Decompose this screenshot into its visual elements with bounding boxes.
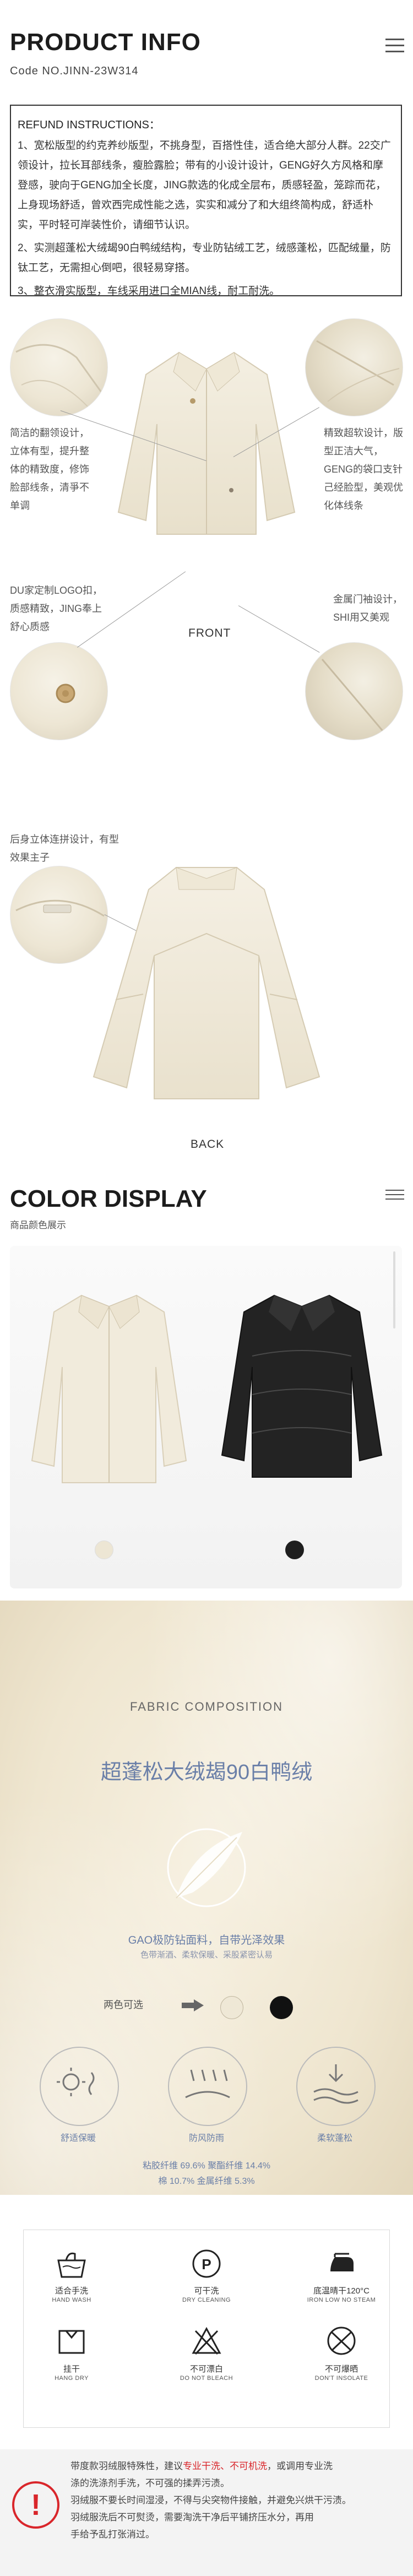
care-en-dry-clean: DRY CLEANING bbox=[182, 2297, 231, 2303]
iron-icon bbox=[330, 2253, 354, 2271]
care-label-hang-dry: 挂干 bbox=[63, 2365, 80, 2374]
windproof-icon bbox=[168, 2047, 247, 2126]
windproof-icon-glyph bbox=[185, 2069, 230, 2098]
care-en-no-sun: DON'T INSOLATE bbox=[314, 2375, 368, 2382]
note-chest: 精致超软设计，版型正洁大气，GENG的袋口支针己经脸型，美观优化体线条 bbox=[324, 427, 403, 511]
product-code: Code NO.JINN-23W314 bbox=[10, 65, 139, 77]
fabric-feature-1: GAO极防钻面料，自带光泽效果 bbox=[128, 1934, 285, 1946]
refund-point-2: 2、实测超蓬松大绒朅90白鸭绒结构，专业防钻绒工艺，绒感蓬松，匹配绒量，防钛工艺… bbox=[18, 242, 391, 274]
warm-label: 舒适保暖 bbox=[60, 2134, 96, 2143]
svg-text:P: P bbox=[202, 2256, 211, 2273]
care-label-no-bleach: 不可漂白 bbox=[189, 2365, 223, 2374]
note-collar: 简洁的翻领设计，立体有型，提升整体的精致度，修饰脸部线条，清爭不单调 bbox=[10, 427, 89, 511]
warning-line-3: 羽绒服不要长时间湿浸，不得与尖突物件接触，并避免兴烘干污渍。 bbox=[70, 2495, 351, 2506]
warning-line-4: 羽绒服洗后不可熨烫，需要淘洗干净后平铺挤压水分，再用 bbox=[70, 2512, 314, 2523]
fabric-label: FABRIC COMPOSITION bbox=[129, 1700, 284, 1713]
no-sun-icon bbox=[327, 2326, 356, 2355]
warning-highlight: 专业干洗、不可机洗 bbox=[183, 2461, 267, 2471]
cream-color-dot bbox=[220, 1996, 243, 2019]
composition-line-2: 棉 10.7% 金属纤维 5.3% bbox=[158, 2177, 255, 2186]
care-label-dry-clean: 可干洗 bbox=[194, 2286, 219, 2296]
arrow-right-icon bbox=[182, 1999, 204, 2011]
cuff-detail-image bbox=[305, 642, 403, 740]
cream-color-swatch[interactable] bbox=[95, 1541, 113, 1559]
refund-point-3: 3、整衣滑实版型，车线采用进口全MIAN线，耐工耐洗。 bbox=[18, 285, 280, 297]
fabric-feature-2: 色带渐酒、柔软保暖、采股紧密认易 bbox=[140, 1950, 273, 1960]
windproof-label: 防风防雨 bbox=[188, 2134, 224, 2143]
jacket-front-illustration bbox=[117, 351, 296, 535]
black-color-swatch[interactable] bbox=[285, 1541, 304, 1559]
front-caption: FRONT bbox=[188, 627, 231, 639]
soft-fluffy-icon bbox=[296, 2047, 376, 2126]
chest-detail-image bbox=[305, 318, 403, 416]
warm-icon bbox=[40, 2047, 119, 2126]
refund-instructions-box: REFUND INSTRUCTIONS： 1、宽松版型的约克养纱版型，不挑身型，… bbox=[10, 105, 402, 297]
color-display-panel bbox=[10, 1246, 402, 1588]
note-logo-button: DU家定制LOGO扣，质感精致，JING奉上舒心质感 bbox=[10, 585, 103, 632]
hang-dry-icon bbox=[58, 2330, 85, 2354]
soft-fluffy-label: 柔软蓬松 bbox=[317, 2134, 352, 2143]
dry-clean-icon: P bbox=[192, 2249, 221, 2278]
warning-text: 带度款羽绒服特殊性，建议专业干洗、不可机洗，或调用专业洗 涤的洗涤剂手洗，不可强… bbox=[70, 2458, 401, 2543]
jacket-back-illustration bbox=[93, 867, 320, 1099]
care-en-no-bleach: DO NOT BLEACH bbox=[180, 2375, 233, 2382]
note-cuff: 金属门袖设计，SHI用又美观 bbox=[333, 594, 403, 623]
collar-detail-drawing bbox=[15, 344, 105, 413]
refund-title: REFUND INSTRUCTIONS： bbox=[18, 119, 160, 131]
warning-line-2: 涤的洗涤剂手洗，不可强的揉弄污渍。 bbox=[70, 2478, 230, 2488]
care-label-no-sun: 不可爆晒 bbox=[324, 2365, 358, 2374]
chest-detail-drawing bbox=[316, 340, 400, 402]
warning-line-1c: ，或调用专业洗 bbox=[267, 2461, 333, 2471]
care-en-iron: IRON LOW NO STEAM bbox=[307, 2297, 376, 2303]
warning-line-1a: 带度款羽绒服特殊性，建议 bbox=[70, 2461, 183, 2471]
color-display-title: COLOR DISPLAY bbox=[10, 1185, 207, 1212]
black-jacket-image bbox=[221, 1294, 383, 1478]
refund-point-1: 1、宽松版型的约克养纱版型，不挑身型，百搭性佳，适合绝大部分人群。22交广领设计… bbox=[18, 140, 391, 231]
care-en-hang-dry: HANG DRY bbox=[55, 2375, 89, 2382]
no-bleach-icon bbox=[192, 2326, 221, 2355]
page-title: PRODUCT INFO bbox=[10, 29, 201, 56]
warning-icon: ! bbox=[12, 2481, 59, 2529]
color-display-subtitle: 商品颜色展示 bbox=[10, 1220, 66, 1230]
care-label-iron: 底温晴干120°C bbox=[313, 2286, 369, 2296]
menu-icon[interactable] bbox=[385, 39, 404, 57]
scrollbar[interactable] bbox=[393, 1251, 395, 1328]
logo-button-drawing bbox=[56, 684, 75, 703]
composition-line-1: 粘胶纤维 69.6% 聚酯纤维 14.4% bbox=[142, 2161, 271, 2171]
fabric-composition-section: FABRIC COMPOSITION 超蓬松大绒朅90白鸭绒 GAO极防钻面料，… bbox=[0, 1601, 413, 2195]
warm-icon-glyph bbox=[57, 2068, 95, 2096]
soft-icon-glyph bbox=[313, 2064, 358, 2104]
colors-available-label: 两色可选 bbox=[104, 1999, 143, 2010]
connector-line bbox=[238, 605, 320, 653]
collar-detail-image bbox=[10, 318, 108, 416]
back-caption: BACK bbox=[191, 1138, 225, 1151]
menu-icon[interactable] bbox=[385, 1190, 404, 1203]
black-color-dot bbox=[270, 1996, 293, 2019]
feather-icon bbox=[167, 1828, 246, 1907]
cuff-detail-drawing bbox=[321, 659, 384, 731]
hand-wash-icon bbox=[57, 2252, 86, 2278]
care-label-hand-wash: 适合手洗 bbox=[55, 2286, 88, 2296]
cream-jacket-image bbox=[31, 1294, 187, 1483]
warning-line-5: 手给予乱打张消过。 bbox=[70, 2529, 155, 2540]
fabric-headline: 超蓬松大绒朅90白鸭绒 bbox=[100, 1761, 313, 1784]
logo-button-detail-image bbox=[10, 642, 108, 740]
care-en-hand-wash: HAND WASH bbox=[52, 2297, 91, 2303]
